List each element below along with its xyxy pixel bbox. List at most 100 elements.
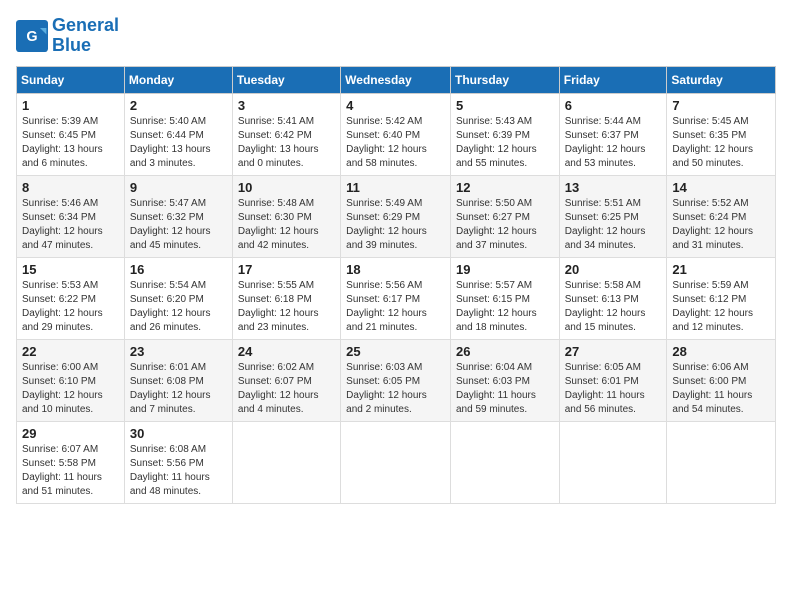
day-number: 5: [456, 98, 554, 113]
day-info: Sunrise: 5:49 AMSunset: 6:29 PMDaylight:…: [346, 197, 445, 253]
logo-icon: G: [16, 20, 48, 52]
day-info: Sunrise: 5:54 AMSunset: 6:20 PMDaylight:…: [130, 279, 227, 335]
day-info: Sunrise: 5:48 AMSunset: 6:30 PMDaylight:…: [238, 197, 335, 253]
calendar-week-row: 15 Sunrise: 5:53 AMSunset: 6:22 PMDaylig…: [17, 257, 776, 339]
day-number: 13: [565, 180, 662, 195]
weekday-header: Wednesday: [341, 66, 451, 93]
day-info: Sunrise: 6:01 AMSunset: 6:08 PMDaylight:…: [130, 361, 227, 417]
calendar-day-cell: 6 Sunrise: 5:44 AMSunset: 6:37 PMDayligh…: [559, 93, 667, 175]
svg-text:G: G: [26, 29, 37, 45]
weekday-header: Saturday: [667, 66, 776, 93]
calendar-day-cell: 21 Sunrise: 5:59 AMSunset: 6:12 PMDaylig…: [667, 257, 776, 339]
calendar-day-cell: [559, 421, 667, 503]
logo: G General Blue: [16, 16, 119, 56]
day-info: Sunrise: 6:06 AMSunset: 6:00 PMDaylight:…: [672, 361, 770, 417]
day-number: 26: [456, 344, 554, 359]
calendar-day-cell: 2 Sunrise: 5:40 AMSunset: 6:44 PMDayligh…: [124, 93, 232, 175]
day-number: 19: [456, 262, 554, 277]
calendar-day-cell: 16 Sunrise: 5:54 AMSunset: 6:20 PMDaylig…: [124, 257, 232, 339]
calendar-day-cell: [667, 421, 776, 503]
calendar-day-cell: 20 Sunrise: 5:58 AMSunset: 6:13 PMDaylig…: [559, 257, 667, 339]
calendar-week-row: 29 Sunrise: 6:07 AMSunset: 5:58 PMDaylig…: [17, 421, 776, 503]
day-info: Sunrise: 6:02 AMSunset: 6:07 PMDaylight:…: [238, 361, 335, 417]
calendar-day-cell: 18 Sunrise: 5:56 AMSunset: 6:17 PMDaylig…: [341, 257, 451, 339]
weekday-header: Tuesday: [232, 66, 340, 93]
day-info: Sunrise: 5:58 AMSunset: 6:13 PMDaylight:…: [565, 279, 662, 335]
day-info: Sunrise: 5:40 AMSunset: 6:44 PMDaylight:…: [130, 115, 227, 171]
day-number: 24: [238, 344, 335, 359]
day-info: Sunrise: 5:56 AMSunset: 6:17 PMDaylight:…: [346, 279, 445, 335]
day-info: Sunrise: 5:52 AMSunset: 6:24 PMDaylight:…: [672, 197, 770, 253]
calendar-day-cell: 7 Sunrise: 5:45 AMSunset: 6:35 PMDayligh…: [667, 93, 776, 175]
day-info: Sunrise: 5:57 AMSunset: 6:15 PMDaylight:…: [456, 279, 554, 335]
weekday-header: Sunday: [17, 66, 125, 93]
day-number: 11: [346, 180, 445, 195]
day-number: 18: [346, 262, 445, 277]
calendar-day-cell: 8 Sunrise: 5:46 AMSunset: 6:34 PMDayligh…: [17, 175, 125, 257]
day-number: 10: [238, 180, 335, 195]
day-number: 17: [238, 262, 335, 277]
page-header: G General Blue: [16, 16, 776, 56]
calendar-day-cell: 25 Sunrise: 6:03 AMSunset: 6:05 PMDaylig…: [341, 339, 451, 421]
weekday-header: Friday: [559, 66, 667, 93]
day-info: Sunrise: 5:47 AMSunset: 6:32 PMDaylight:…: [130, 197, 227, 253]
day-number: 22: [22, 344, 119, 359]
day-info: Sunrise: 5:39 AMSunset: 6:45 PMDaylight:…: [22, 115, 119, 171]
day-number: 16: [130, 262, 227, 277]
calendar-day-cell: 4 Sunrise: 5:42 AMSunset: 6:40 PMDayligh…: [341, 93, 451, 175]
calendar-week-row: 22 Sunrise: 6:00 AMSunset: 6:10 PMDaylig…: [17, 339, 776, 421]
calendar-day-cell: 24 Sunrise: 6:02 AMSunset: 6:07 PMDaylig…: [232, 339, 340, 421]
day-info: Sunrise: 6:00 AMSunset: 6:10 PMDaylight:…: [22, 361, 119, 417]
calendar-day-cell: [450, 421, 559, 503]
day-number: 20: [565, 262, 662, 277]
calendar-day-cell: 1 Sunrise: 5:39 AMSunset: 6:45 PMDayligh…: [17, 93, 125, 175]
day-info: Sunrise: 5:44 AMSunset: 6:37 PMDaylight:…: [565, 115, 662, 171]
weekday-header: Thursday: [450, 66, 559, 93]
day-number: 2: [130, 98, 227, 113]
day-number: 30: [130, 426, 227, 441]
calendar-day-cell: 15 Sunrise: 5:53 AMSunset: 6:22 PMDaylig…: [17, 257, 125, 339]
calendar-day-cell: 30 Sunrise: 6:08 AMSunset: 5:56 PMDaylig…: [124, 421, 232, 503]
calendar-week-row: 8 Sunrise: 5:46 AMSunset: 6:34 PMDayligh…: [17, 175, 776, 257]
day-info: Sunrise: 6:04 AMSunset: 6:03 PMDaylight:…: [456, 361, 554, 417]
calendar-day-cell: 28 Sunrise: 6:06 AMSunset: 6:00 PMDaylig…: [667, 339, 776, 421]
calendar-day-cell: 27 Sunrise: 6:05 AMSunset: 6:01 PMDaylig…: [559, 339, 667, 421]
day-number: 1: [22, 98, 119, 113]
day-info: Sunrise: 6:03 AMSunset: 6:05 PMDaylight:…: [346, 361, 445, 417]
calendar-week-row: 1 Sunrise: 5:39 AMSunset: 6:45 PMDayligh…: [17, 93, 776, 175]
calendar-day-cell: 29 Sunrise: 6:07 AMSunset: 5:58 PMDaylig…: [17, 421, 125, 503]
calendar-day-cell: 11 Sunrise: 5:49 AMSunset: 6:29 PMDaylig…: [341, 175, 451, 257]
calendar-day-cell: 10 Sunrise: 5:48 AMSunset: 6:30 PMDaylig…: [232, 175, 340, 257]
day-info: Sunrise: 6:07 AMSunset: 5:58 PMDaylight:…: [22, 443, 119, 499]
calendar-day-cell: 26 Sunrise: 6:04 AMSunset: 6:03 PMDaylig…: [450, 339, 559, 421]
day-info: Sunrise: 5:55 AMSunset: 6:18 PMDaylight:…: [238, 279, 335, 335]
day-number: 8: [22, 180, 119, 195]
calendar-day-cell: [341, 421, 451, 503]
calendar-day-cell: 5 Sunrise: 5:43 AMSunset: 6:39 PMDayligh…: [450, 93, 559, 175]
calendar-day-cell: 12 Sunrise: 5:50 AMSunset: 6:27 PMDaylig…: [450, 175, 559, 257]
day-info: Sunrise: 5:45 AMSunset: 6:35 PMDaylight:…: [672, 115, 770, 171]
calendar-day-cell: 23 Sunrise: 6:01 AMSunset: 6:08 PMDaylig…: [124, 339, 232, 421]
day-number: 15: [22, 262, 119, 277]
day-info: Sunrise: 5:51 AMSunset: 6:25 PMDaylight:…: [565, 197, 662, 253]
calendar-day-cell: [232, 421, 340, 503]
day-number: 7: [672, 98, 770, 113]
day-info: Sunrise: 5:43 AMSunset: 6:39 PMDaylight:…: [456, 115, 554, 171]
day-number: 14: [672, 180, 770, 195]
day-info: Sunrise: 5:53 AMSunset: 6:22 PMDaylight:…: [22, 279, 119, 335]
day-info: Sunrise: 6:08 AMSunset: 5:56 PMDaylight:…: [130, 443, 227, 499]
day-number: 29: [22, 426, 119, 441]
day-number: 28: [672, 344, 770, 359]
logo-text: General Blue: [52, 16, 119, 56]
day-info: Sunrise: 5:42 AMSunset: 6:40 PMDaylight:…: [346, 115, 445, 171]
day-number: 4: [346, 98, 445, 113]
day-number: 27: [565, 344, 662, 359]
weekday-header: Monday: [124, 66, 232, 93]
day-info: Sunrise: 5:50 AMSunset: 6:27 PMDaylight:…: [456, 197, 554, 253]
day-number: 9: [130, 180, 227, 195]
day-info: Sunrise: 5:41 AMSunset: 6:42 PMDaylight:…: [238, 115, 335, 171]
day-number: 21: [672, 262, 770, 277]
calendar-day-cell: 19 Sunrise: 5:57 AMSunset: 6:15 PMDaylig…: [450, 257, 559, 339]
calendar-day-cell: 13 Sunrise: 5:51 AMSunset: 6:25 PMDaylig…: [559, 175, 667, 257]
weekday-header-row: SundayMondayTuesdayWednesdayThursdayFrid…: [17, 66, 776, 93]
